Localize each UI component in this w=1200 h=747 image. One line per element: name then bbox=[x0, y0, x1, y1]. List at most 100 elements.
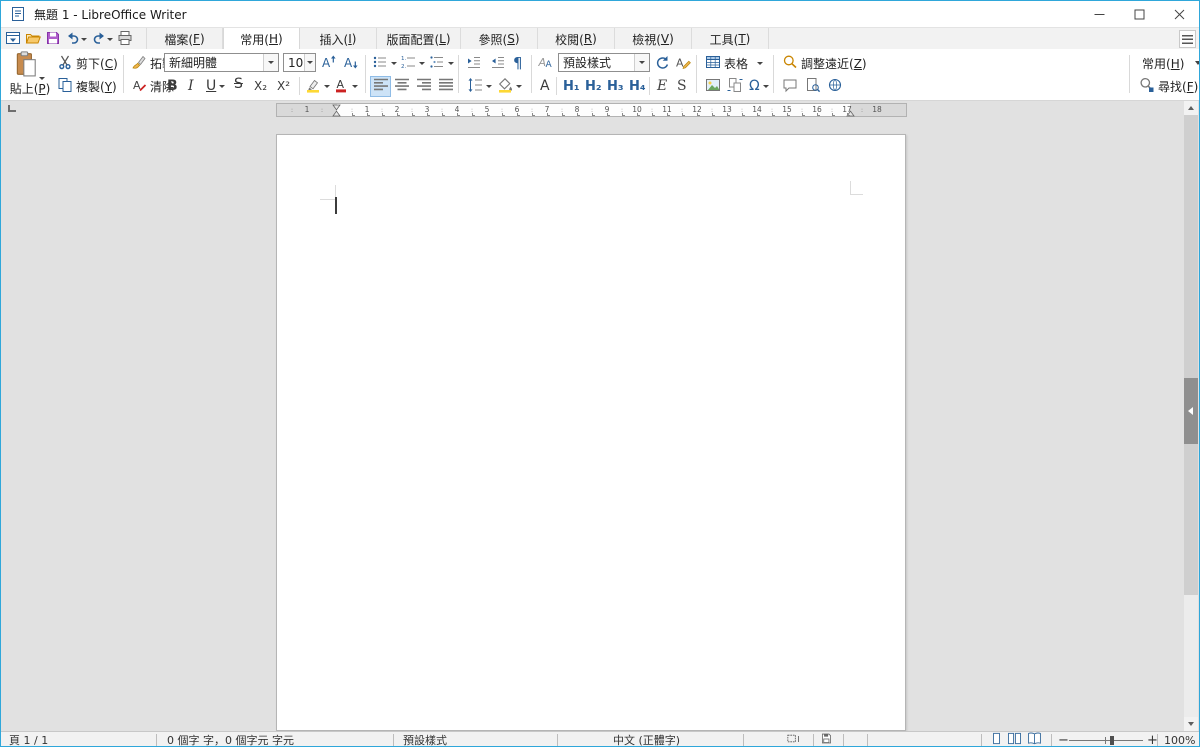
numbered-list-button[interactable]: 1.2. bbox=[400, 53, 425, 73]
undo-dropdown-caret[interactable] bbox=[81, 38, 87, 41]
font-name-combobox[interactable]: 新細明體 bbox=[164, 53, 279, 72]
book-view-button[interactable] bbox=[1027, 733, 1042, 747]
paragraph-background-button[interactable] bbox=[497, 76, 522, 96]
align-center-button[interactable] bbox=[394, 76, 410, 96]
menubar-menu-button[interactable] bbox=[1179, 30, 1196, 48]
line-spacing-button[interactable] bbox=[467, 76, 492, 96]
find-button[interactable]: 尋找(F) bbox=[1139, 76, 1198, 96]
scroll-up-button[interactable] bbox=[1184, 101, 1198, 115]
outline-list-dropdown-caret[interactable] bbox=[448, 62, 454, 65]
line-spacing-dropdown-caret[interactable] bbox=[486, 85, 492, 88]
page-style-status[interactable]: 預設樣式 bbox=[403, 733, 447, 747]
formatting-marks-button[interactable]: ¶ bbox=[513, 53, 523, 73]
symbol-dropdown-caret[interactable] bbox=[763, 85, 769, 88]
italic-button[interactable]: I bbox=[188, 76, 194, 96]
heading1-style-button[interactable]: H₁ bbox=[563, 76, 580, 96]
zoom-slider-thumb[interactable] bbox=[1110, 736, 1114, 745]
grow-font-button[interactable]: A bbox=[321, 53, 337, 73]
vertical-scrollbar[interactable] bbox=[1184, 101, 1198, 731]
numbered-list-dropdown-caret[interactable] bbox=[419, 62, 425, 65]
update-style-button[interactable] bbox=[654, 53, 670, 73]
font-size-dropdown[interactable] bbox=[304, 54, 315, 71]
highlight-dropdown-caret[interactable] bbox=[324, 85, 330, 88]
copy-button[interactable]: 複製(Y) bbox=[57, 76, 117, 96]
ruler[interactable]: 1123456789101112131415161718::::::::::::… bbox=[276, 103, 907, 117]
document-page[interactable] bbox=[276, 134, 906, 731]
insert-table-button[interactable]: 表格 bbox=[705, 53, 763, 73]
heading3-style-button[interactable]: H₃ bbox=[607, 76, 624, 96]
zoom-out-button[interactable]: − bbox=[1058, 733, 1069, 747]
paragraph-style-combobox[interactable]: 預設樣式 bbox=[558, 53, 650, 72]
zoom-button[interactable]: 調整遠近(Z) bbox=[782, 53, 867, 73]
maximize-button[interactable] bbox=[1119, 1, 1159, 27]
underline-dropdown-caret[interactable] bbox=[219, 85, 225, 88]
heading2-style-button[interactable]: H₂ bbox=[585, 76, 602, 96]
open-button[interactable] bbox=[23, 29, 43, 49]
tab-insert[interactable]: 插入(I) bbox=[300, 28, 377, 50]
selection-mode-status[interactable]: I bbox=[787, 733, 802, 747]
font-name-dropdown[interactable] bbox=[263, 54, 278, 71]
menubar-toggle-button[interactable] bbox=[3, 29, 23, 49]
underline-button[interactable]: U bbox=[206, 76, 225, 96]
print-button[interactable] bbox=[115, 29, 135, 49]
minimize-button[interactable] bbox=[1079, 1, 1119, 27]
bold-button[interactable]: B bbox=[167, 76, 178, 96]
sidebar-collapse-icon[interactable] bbox=[1188, 407, 1193, 415]
tab-references[interactable]: 參照(S) bbox=[461, 28, 538, 50]
notebookbar-switcher[interactable]: 常用(H) bbox=[1142, 53, 1200, 73]
close-button[interactable] bbox=[1159, 1, 1199, 27]
multi-page-view-button[interactable] bbox=[1007, 733, 1022, 747]
heading4-style-button[interactable]: H₄ bbox=[629, 76, 646, 96]
insert-textbox-button[interactable] bbox=[805, 76, 821, 96]
bullet-list-button[interactable] bbox=[372, 53, 397, 73]
redo-dropdown-caret[interactable] bbox=[107, 38, 113, 41]
language-status[interactable]: 中文 (正體字) bbox=[613, 733, 680, 747]
scrollbar-track[interactable] bbox=[1184, 115, 1198, 595]
undo-button[interactable] bbox=[63, 29, 89, 49]
outline-list-button[interactable] bbox=[429, 53, 454, 73]
tab-view[interactable]: 檢視(V) bbox=[615, 28, 692, 50]
tab-tools[interactable]: 工具(T) bbox=[692, 28, 769, 50]
decrease-indent-button[interactable] bbox=[490, 53, 506, 73]
font-color-button[interactable]: A bbox=[333, 76, 358, 96]
titlebar[interactable]: 無題 1 - LibreOffice Writer bbox=[1, 1, 1199, 27]
strong-style-button[interactable]: S bbox=[677, 76, 687, 96]
page-number-status[interactable]: 頁 1 / 1 bbox=[9, 733, 48, 747]
switcher-dropdown-caret[interactable] bbox=[1195, 61, 1200, 65]
paste-button[interactable]: 貼上(P) bbox=[7, 51, 53, 97]
table-dropdown-caret[interactable] bbox=[757, 62, 763, 65]
edit-style-button[interactable]: A bbox=[675, 53, 691, 73]
increase-indent-button[interactable] bbox=[466, 53, 482, 73]
zoom-slider-track[interactable] bbox=[1069, 740, 1143, 741]
font-color-dropdown-caret[interactable] bbox=[352, 85, 358, 88]
insert-image-button[interactable] bbox=[705, 76, 721, 96]
align-left-button[interactable] bbox=[370, 76, 391, 97]
tab-home[interactable]: 常用(H) bbox=[223, 28, 300, 50]
justify-button[interactable] bbox=[438, 76, 454, 96]
highlight-color-button[interactable] bbox=[305, 76, 330, 96]
tab-layout[interactable]: 版面配置(L) bbox=[377, 28, 461, 50]
tab-file[interactable]: 檔案(F) bbox=[146, 28, 223, 50]
font-size-combobox[interactable]: 10.5 bbox=[283, 53, 316, 72]
left-indent-marker[interactable] bbox=[332, 104, 341, 117]
bullet-list-dropdown-caret[interactable] bbox=[391, 62, 397, 65]
insert-symbol-button[interactable]: Ω bbox=[749, 76, 769, 96]
single-page-view-button[interactable] bbox=[989, 733, 1004, 747]
insert-pagebreak-button[interactable] bbox=[727, 76, 743, 96]
zoom-percent-status[interactable]: 100% bbox=[1164, 733, 1195, 747]
word-count-status[interactable]: 0 個字 字，0 個字元 字元 bbox=[167, 733, 294, 747]
cut-button[interactable]: 剪下(C) bbox=[57, 53, 118, 73]
insert-comment-button[interactable] bbox=[782, 76, 798, 96]
align-right-button[interactable] bbox=[416, 76, 432, 96]
superscript-button[interactable]: X² bbox=[277, 76, 290, 96]
tab-review[interactable]: 校閱(R) bbox=[538, 28, 615, 50]
paragraph-style-dropdown[interactable] bbox=[634, 54, 649, 71]
default-style-button[interactable]: A bbox=[540, 76, 550, 96]
character-style-button[interactable]: AA bbox=[538, 53, 554, 73]
subscript-button[interactable]: X₂ bbox=[254, 76, 267, 96]
save-button[interactable] bbox=[43, 29, 63, 49]
document-modified-status[interactable] bbox=[819, 733, 834, 747]
insert-hyperlink-button[interactable] bbox=[827, 76, 843, 96]
redo-button[interactable] bbox=[89, 29, 115, 49]
scroll-down-button[interactable] bbox=[1184, 717, 1198, 731]
